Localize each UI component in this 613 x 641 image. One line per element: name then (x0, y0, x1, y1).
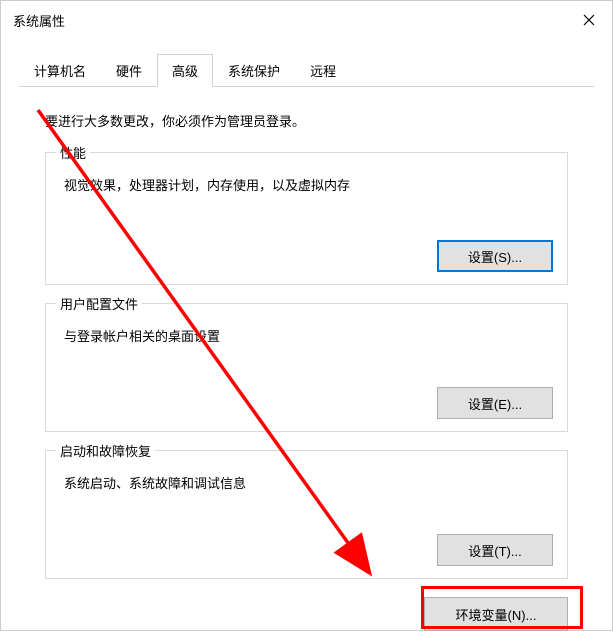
titlebar: 系统属性 (1, 1, 612, 39)
tabs: 计算机名 硬件 高级 系统保护 远程 (19, 53, 594, 87)
admin-notice: 要进行大多数更改，你必须作为管理员登录。 (45, 111, 568, 130)
user-profiles-group: 用户配置文件 与登录帐户相关的桌面设置 设置(E)... (45, 303, 568, 432)
tab-advanced[interactable]: 高级 (157, 54, 213, 87)
performance-group-title: 性能 (56, 143, 90, 162)
env-var-row: 环境变量(N)... (45, 597, 568, 631)
performance-group-desc: 视觉效果，处理器计划，内存使用，以及虚拟内存 (60, 167, 553, 194)
startup-recovery-group-desc: 系统启动、系统故障和调试信息 (60, 465, 553, 492)
performance-settings-button[interactable]: 设置(S)... (437, 240, 553, 272)
window-title: 系统属性 (13, 11, 65, 30)
close-icon (583, 14, 595, 26)
startup-recovery-settings-button[interactable]: 设置(T)... (437, 534, 553, 566)
tab-system-protection[interactable]: 系统保护 (213, 54, 295, 87)
tab-container: 计算机名 硬件 高级 系统保护 远程 要进行大多数更改，你必须作为管理员登录。 … (1, 39, 612, 641)
user-profiles-settings-button[interactable]: 设置(E)... (437, 387, 553, 419)
startup-recovery-group-title: 启动和故障恢复 (56, 441, 155, 460)
user-profiles-group-title: 用户配置文件 (56, 294, 142, 313)
performance-group: 性能 视觉效果，处理器计划，内存使用，以及虚拟内存 设置(S)... (45, 152, 568, 285)
tab-computer-name[interactable]: 计算机名 (19, 54, 101, 87)
system-properties-window: 系统属性 计算机名 硬件 高级 系统保护 远程 要进行大多数更改，你必须作为管理… (0, 0, 613, 631)
user-profiles-group-desc: 与登录帐户相关的桌面设置 (60, 318, 553, 345)
environment-variables-button[interactable]: 环境变量(N)... (424, 597, 568, 631)
close-button[interactable] (566, 1, 612, 39)
tab-content: 要进行大多数更改，你必须作为管理员登录。 性能 视觉效果，处理器计划，内存使用，… (19, 87, 594, 641)
tab-remote[interactable]: 远程 (295, 54, 351, 87)
tab-hardware[interactable]: 硬件 (101, 54, 157, 87)
startup-recovery-group: 启动和故障恢复 系统启动、系统故障和调试信息 设置(T)... (45, 450, 568, 579)
